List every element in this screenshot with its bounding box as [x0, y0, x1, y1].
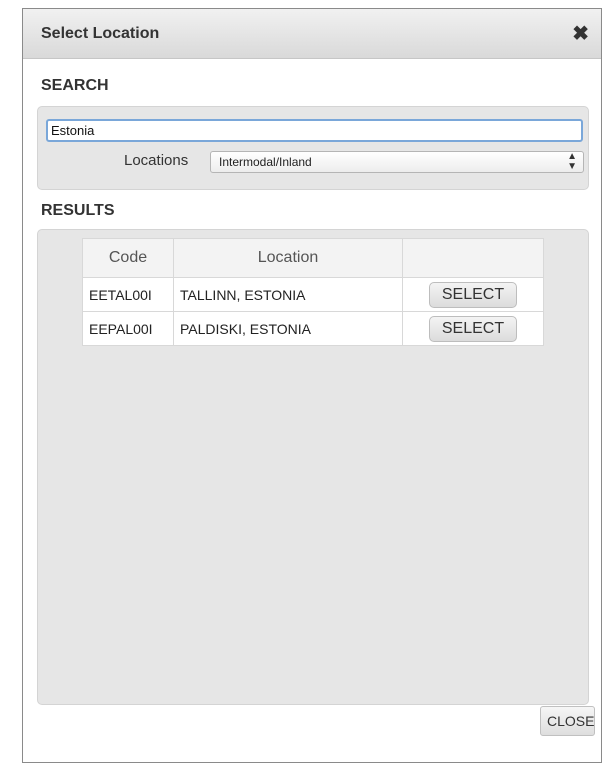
column-header-location: Location: [173, 238, 403, 278]
search-input[interactable]: [46, 119, 583, 142]
column-header-action: [402, 238, 544, 278]
select-location-dialog: Select Location ✖ SEARCH Locations Inter…: [22, 8, 602, 763]
select-button[interactable]: SELECT: [429, 281, 517, 308]
close-button[interactable]: CLOSE: [540, 706, 595, 736]
table-row: EETAL00I TALLINN, ESTONIA SELECT: [82, 277, 544, 312]
results-heading: RESULTS: [41, 202, 115, 219]
locations-selected-value: Intermodal/Inland: [219, 155, 312, 169]
cell-action: SELECT: [402, 277, 544, 312]
cell-code: EEPAL00I: [82, 311, 174, 346]
dialog-title: Select Location: [41, 24, 160, 42]
column-header-code: Code: [82, 238, 174, 278]
search-panel: Locations Intermodal/Inland ▲▼: [37, 106, 589, 190]
table-header-row: Code Location: [82, 238, 544, 278]
cell-location: PALDISKI, ESTONIA: [173, 311, 403, 346]
cell-location: TALLINN, ESTONIA: [173, 277, 403, 312]
locations-select[interactable]: Intermodal/Inland ▲ ▼: [210, 151, 584, 173]
cell-code: EETAL00I: [82, 277, 174, 312]
cell-action: SELECT: [402, 311, 544, 346]
search-heading: SEARCH: [41, 77, 109, 94]
locations-label: Locations: [124, 152, 189, 169]
table-row: EEPAL00I PALDISKI, ESTONIA SELECT: [82, 311, 544, 346]
up-down-arrows-icon: ▲ ▼: [567, 151, 577, 172]
results-table: Code Location EETAL00I TALLINN, ESTONIA …: [82, 238, 544, 346]
results-panel: Code Location EETAL00I TALLINN, ESTONIA …: [37, 229, 589, 705]
select-button[interactable]: SELECT: [429, 315, 517, 342]
close-icon[interactable]: ✖: [572, 24, 589, 44]
dialog-titlebar: Select Location ✖: [23, 9, 601, 59]
